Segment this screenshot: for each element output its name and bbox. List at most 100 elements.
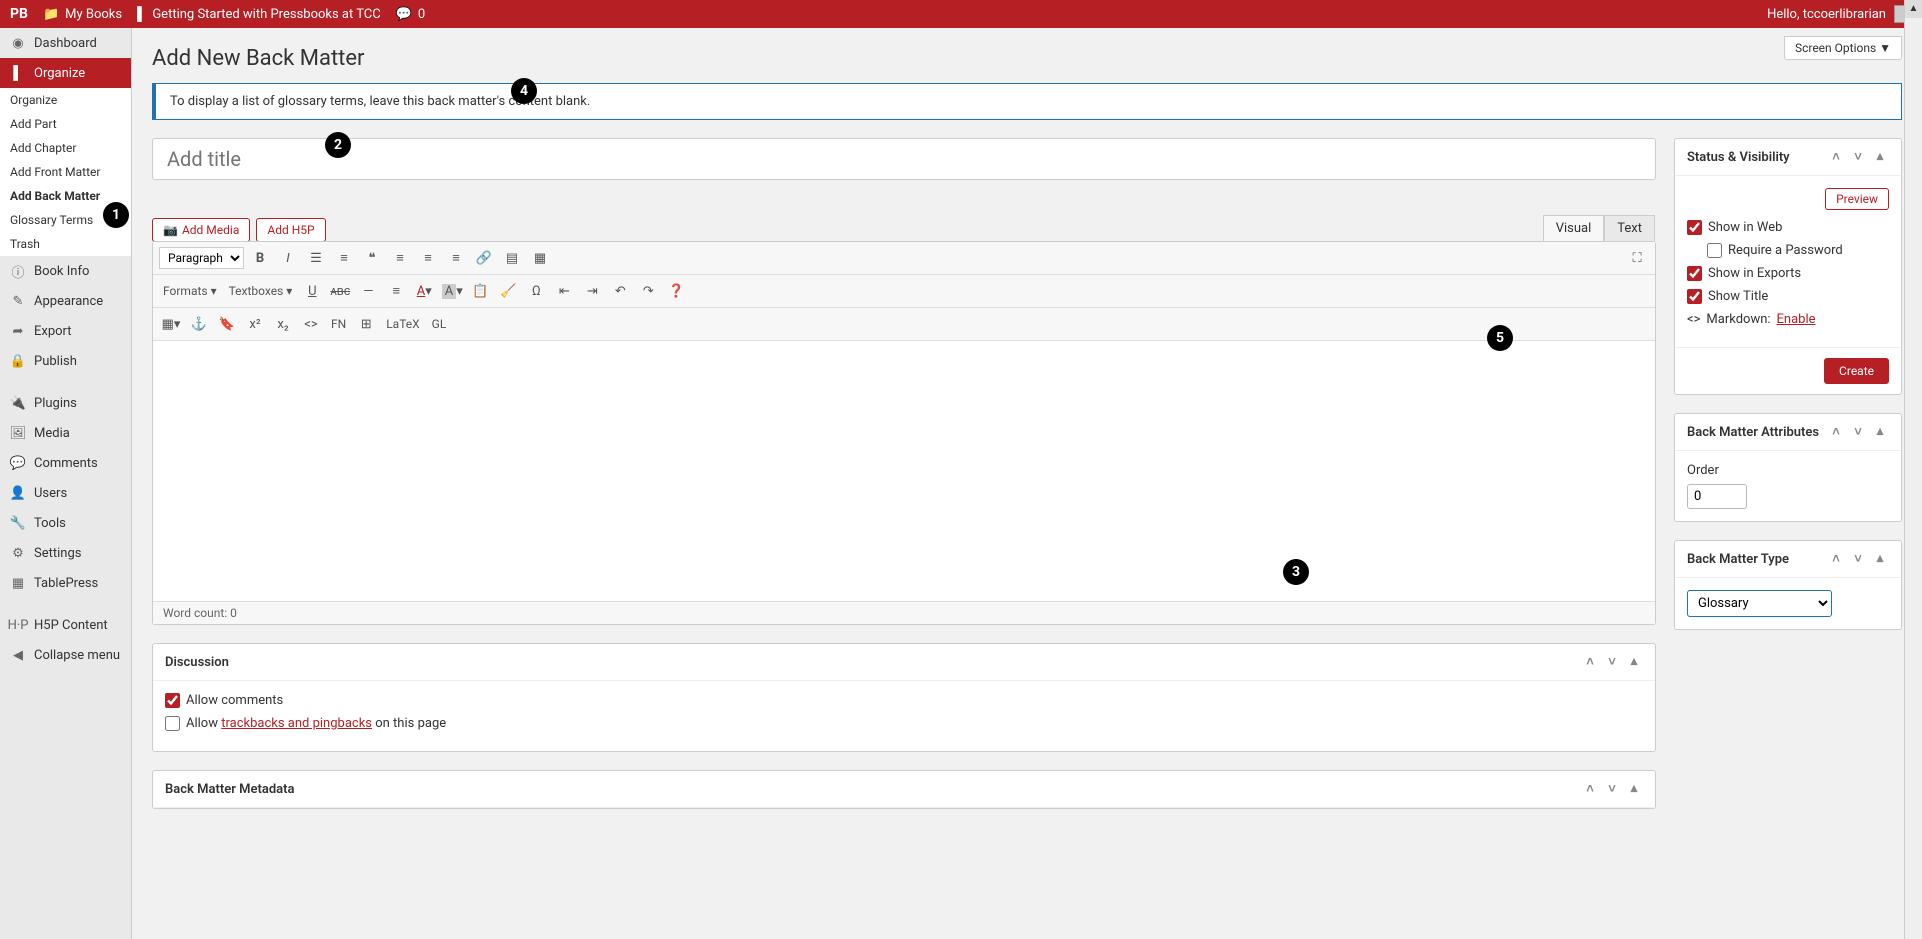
formats-dropdown[interactable]: Formats ▾ (159, 284, 221, 298)
show-web-checkbox[interactable] (1687, 220, 1702, 235)
create-button[interactable]: Create (1824, 358, 1889, 384)
textboxes-dropdown[interactable]: Textboxes ▾ (225, 284, 297, 298)
tab-text[interactable]: Text (1604, 215, 1655, 241)
comments-link[interactable]: 💬 0 (396, 7, 426, 22)
sidebar-plugins[interactable]: 🔌Plugins (0, 388, 131, 418)
bold-button[interactable]: B (248, 246, 272, 270)
sub-organize[interactable]: Organize (0, 88, 131, 112)
bgcolor-button[interactable]: A▾ (440, 279, 464, 303)
sidebar-h5p[interactable]: H·PH5P Content (0, 610, 131, 640)
title-input[interactable] (152, 138, 1656, 180)
back-matter-type-select[interactable]: Glossary (1687, 590, 1832, 617)
current-book-link[interactable]: ▌ Getting Started with Pressbooks at TCC (137, 6, 381, 22)
code-button[interactable]: <> (299, 312, 323, 336)
sidebar-settings[interactable]: ⚙Settings (0, 538, 131, 568)
tab-visual[interactable]: Visual (1543, 215, 1605, 241)
fullscreen-button[interactable]: ⛶ (1625, 246, 1649, 270)
footnote-button[interactable]: FN (327, 317, 350, 331)
trackbacks-link[interactable]: trackbacks and pingbacks (221, 716, 372, 731)
sub-trash[interactable]: Trash (0, 232, 131, 256)
undo-button[interactable]: ↶ (608, 279, 632, 303)
hello-user[interactable]: Hello, tccoerlibrarian (1767, 7, 1886, 22)
sidebar-collapse[interactable]: ◀Collapse menu (0, 640, 131, 670)
grid-button[interactable]: ⊞ (354, 312, 378, 336)
sub-add-front[interactable]: Add Front Matter (0, 160, 131, 184)
sidebar-book-info[interactable]: ⓘBook Info (0, 256, 131, 286)
align-left-button[interactable]: ≡ (388, 246, 412, 270)
textcolor-button[interactable]: A▾ (412, 279, 436, 303)
toolbar-toggle-button[interactable]: ▦ (528, 246, 552, 270)
strike-button[interactable]: ᴀʙᴄ (328, 279, 352, 303)
panel-down-icon[interactable]: ˅ (1849, 149, 1867, 165)
order-input[interactable] (1687, 484, 1747, 509)
indent-button[interactable]: ⇥ (580, 279, 604, 303)
link-button[interactable]: 🔗 (472, 246, 496, 270)
sidebar-users[interactable]: 👤Users (0, 478, 131, 508)
sidebar-publish[interactable]: 🔒Publish (0, 346, 131, 376)
screen-options-button[interactable]: Screen Options ▼ (1784, 36, 1902, 60)
preview-button[interactable]: Preview (1825, 188, 1889, 210)
help-button[interactable]: ❓ (664, 279, 688, 303)
show-exports-checkbox[interactable] (1687, 266, 1702, 281)
clear-format-button[interactable]: 🧹 (496, 279, 520, 303)
justify-button[interactable]: ≡ (384, 279, 408, 303)
allow-comments-checkbox[interactable] (165, 693, 180, 708)
panel-toggle-icon[interactable]: ▴ (1871, 551, 1889, 567)
panel-up-icon[interactable]: ˄ (1827, 551, 1845, 567)
italic-button[interactable]: I (276, 246, 300, 270)
align-right-button[interactable]: ≡ (444, 246, 468, 270)
panel-toggle-icon[interactable]: ▴ (1871, 424, 1889, 440)
panel-toggle-icon[interactable]: ▴ (1625, 654, 1643, 670)
add-h5p-button[interactable]: Add H5P (256, 218, 325, 242)
paste-button[interactable]: 📋 (468, 279, 492, 303)
sidebar-tablepress[interactable]: ▦TablePress (0, 568, 131, 598)
blockquote-button[interactable]: ❝ (360, 246, 384, 270)
hr-button[interactable]: — (356, 279, 380, 303)
panel-up-icon[interactable]: ˄ (1581, 654, 1599, 670)
sub-add-part[interactable]: Add Part (0, 112, 131, 136)
panel-up-icon[interactable]: ˄ (1827, 424, 1845, 440)
latex-button[interactable]: LaTeX (382, 317, 423, 331)
subscript-button[interactable]: x₂ (271, 312, 295, 336)
superscript-button[interactable]: x² (243, 312, 267, 336)
paragraph-select[interactable]: Paragraph (159, 247, 244, 269)
panel-up-icon[interactable]: ˄ (1827, 149, 1845, 165)
allow-trackbacks-checkbox[interactable] (165, 716, 180, 731)
sidebar-organize[interactable]: ▌Organize (0, 58, 131, 88)
panel-down-icon[interactable]: ˅ (1603, 781, 1621, 797)
sidebar-appearance[interactable]: ✎Appearance (0, 286, 131, 316)
readmore-button[interactable]: ▤ (500, 246, 524, 270)
my-books-link[interactable]: 📁 My Books (43, 7, 122, 22)
sidebar-media[interactable]: 🖼Media (0, 418, 131, 448)
anchor-button[interactable]: ⚓ (187, 312, 211, 336)
underline-button[interactable]: U (300, 279, 324, 303)
panel-toggle-icon[interactable]: ▴ (1871, 149, 1889, 165)
outdent-button[interactable]: ⇤ (552, 279, 576, 303)
editor-body[interactable] (153, 341, 1655, 601)
panel-down-icon[interactable]: ˅ (1849, 424, 1867, 440)
scrollbar[interactable]: ▲ (1904, 0, 1922, 939)
require-password-checkbox[interactable] (1707, 243, 1722, 258)
sidebar-comments[interactable]: 💬Comments (0, 448, 131, 478)
sidebar-export[interactable]: ➦Export (0, 316, 131, 346)
glossary-button[interactable]: GL (428, 317, 451, 331)
panel-down-icon[interactable]: ˅ (1603, 654, 1621, 670)
bookmark-button[interactable]: 🔖 (215, 312, 239, 336)
panel-down-icon[interactable]: ˅ (1849, 551, 1867, 567)
special-char-button[interactable]: Ω (524, 279, 548, 303)
redo-button[interactable]: ↷ (636, 279, 660, 303)
panel-up-icon[interactable]: ˄ (1581, 781, 1599, 797)
add-media-button[interactable]: 📷Add Media (152, 218, 250, 242)
pb-logo[interactable]: PB (10, 6, 28, 22)
markdown-enable-link[interactable]: Enable (1777, 312, 1816, 327)
sub-add-chapter[interactable]: Add Chapter (0, 136, 131, 160)
bullet-list-button[interactable]: ☰ (304, 246, 328, 270)
number-list-button[interactable]: ≡ (332, 246, 356, 270)
table-button[interactable]: ▦▾ (159, 312, 183, 336)
panel-toggle-icon[interactable]: ▴ (1625, 781, 1643, 797)
sidebar-dashboard[interactable]: ◉Dashboard (0, 28, 131, 58)
align-center-button[interactable]: ≡ (416, 246, 440, 270)
show-title-checkbox[interactable] (1687, 289, 1702, 304)
scroll-up-icon[interactable]: ▲ (1905, 0, 1922, 18)
sidebar-tools[interactable]: 🔧Tools (0, 508, 131, 538)
